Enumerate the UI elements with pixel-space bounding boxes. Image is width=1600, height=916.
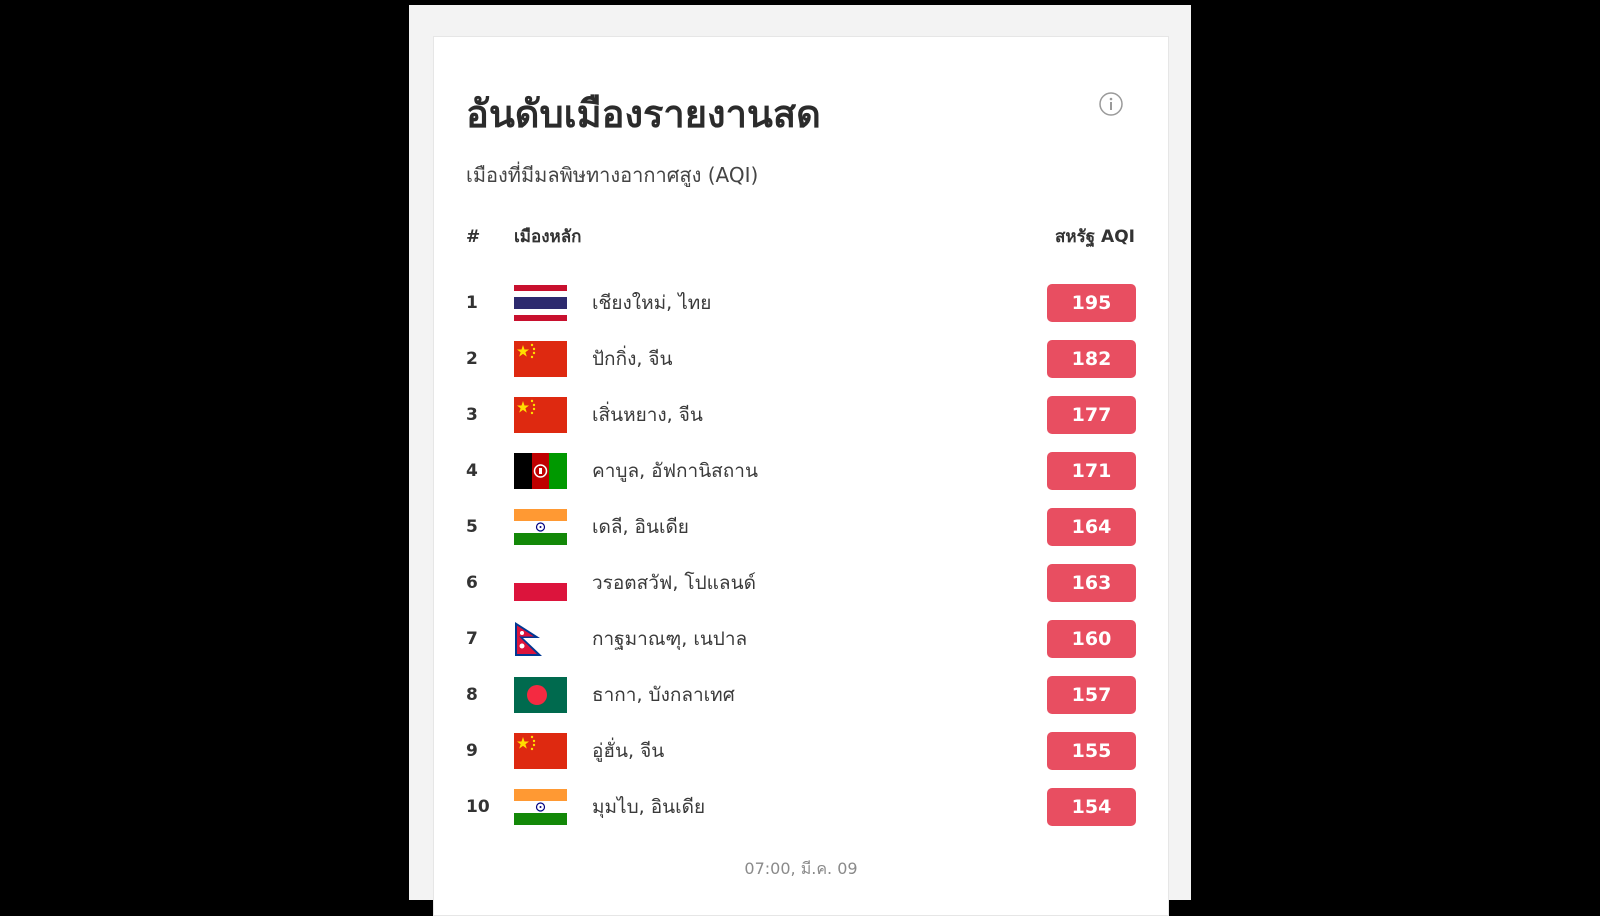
rank-number: 2 [466,349,478,369]
info-icon[interactable] [1099,92,1123,116]
bangladesh-flag-icon [514,677,567,713]
city-name[interactable]: ปักกิ่ง, จีน [592,339,673,379]
aqi-badge: 160 [1047,620,1136,658]
city-name[interactable]: กาฐมาณฑุ, เนปาล [592,619,747,659]
poland-flag-icon [514,565,567,601]
china-flag-icon [514,397,567,433]
ranking-list: 1 เชียงใหม่, ไทย 195 2 ปักกิ่ง, จีน 182 … [434,283,1168,843]
rank-number: 9 [466,741,478,761]
column-header-rank: # [466,227,481,247]
aqi-badge: 171 [1047,452,1136,490]
ranking-row[interactable]: 1 เชียงใหม่, ไทย 195 [434,283,1168,339]
aqi-badge: 195 [1047,284,1136,322]
ranking-row[interactable]: 3 เสิ่นหยาง, จีน 177 [434,395,1168,451]
rank-number: 7 [466,629,478,649]
aqi-badge: 155 [1047,732,1136,770]
city-ranking-card: อันดับเมืองรายงานสด เมืองที่มีมลพิษทางอา… [433,36,1169,916]
aqi-badge: 164 [1047,508,1136,546]
rank-number: 1 [466,293,478,313]
card-title: อันดับเมืองรายงานสด [466,92,821,136]
aqi-badge: 163 [1047,564,1136,602]
china-flag-icon [514,733,567,769]
city-name[interactable]: เสิ่นหยาง, จีน [592,395,703,435]
rank-number: 10 [466,797,490,817]
ranking-row[interactable]: 9 อู่ฮั่น, จีน 155 [434,731,1168,787]
ranking-row[interactable]: 4 คาบูล, อัฟกานิสถาน 171 [434,451,1168,507]
city-name[interactable]: วรอตสวัฟ, โปแลนด์ [592,563,756,603]
india-flag-icon [514,509,567,545]
screenshot-panel: อันดับเมืองรายงานสด เมืองที่มีมลพิษทางอา… [409,5,1191,916]
rank-number: 6 [466,573,478,593]
column-header-city: เมืองหลัก [514,227,582,247]
card-subtitle: เมืองที่มีมลพิษทางอากาศสูง (AQI) [466,163,759,187]
india-flag-icon [514,789,567,825]
ranking-row[interactable]: 2 ปักกิ่ง, จีน 182 [434,339,1168,395]
aqi-badge: 154 [1047,788,1136,826]
city-name[interactable]: เดลี, อินเดีย [592,507,689,547]
ranking-row[interactable]: 7 กาฐมาณฑุ, เนปาล 160 [434,619,1168,675]
rank-number: 4 [466,461,478,481]
city-name[interactable]: อู่ฮั่น, จีน [592,731,664,771]
ranking-row[interactable]: 6 วรอตสวัฟ, โปแลนด์ 163 [434,563,1168,619]
china-flag-icon [514,341,567,377]
ranking-row[interactable]: 5 เดลี, อินเดีย 164 [434,507,1168,563]
rank-number: 8 [466,685,478,705]
column-header-aqi: สหรัฐ AQI [1055,227,1135,247]
thailand-flag-icon [514,285,567,321]
ranking-row[interactable]: 10 มุมไบ, อินเดีย 154 [434,787,1168,843]
nepal-flag-icon [514,621,567,657]
city-name[interactable]: เชียงใหม่, ไทย [592,283,711,323]
ranking-row[interactable]: 8 ธากา, บังกลาเทศ 157 [434,675,1168,731]
rank-number: 3 [466,405,478,425]
city-name[interactable]: มุมไบ, อินเดีย [592,787,705,827]
city-name[interactable]: ธากา, บังกลาเทศ [592,675,735,715]
rank-number: 5 [466,517,478,537]
city-name[interactable]: คาบูล, อัฟกานิสถาน [592,451,758,491]
aqi-badge: 157 [1047,676,1136,714]
update-timestamp: 07:00, มี.ค. 09 [744,859,858,878]
aqi-badge: 182 [1047,340,1136,378]
afghanistan-flag-icon [514,453,567,489]
aqi-badge: 177 [1047,396,1136,434]
